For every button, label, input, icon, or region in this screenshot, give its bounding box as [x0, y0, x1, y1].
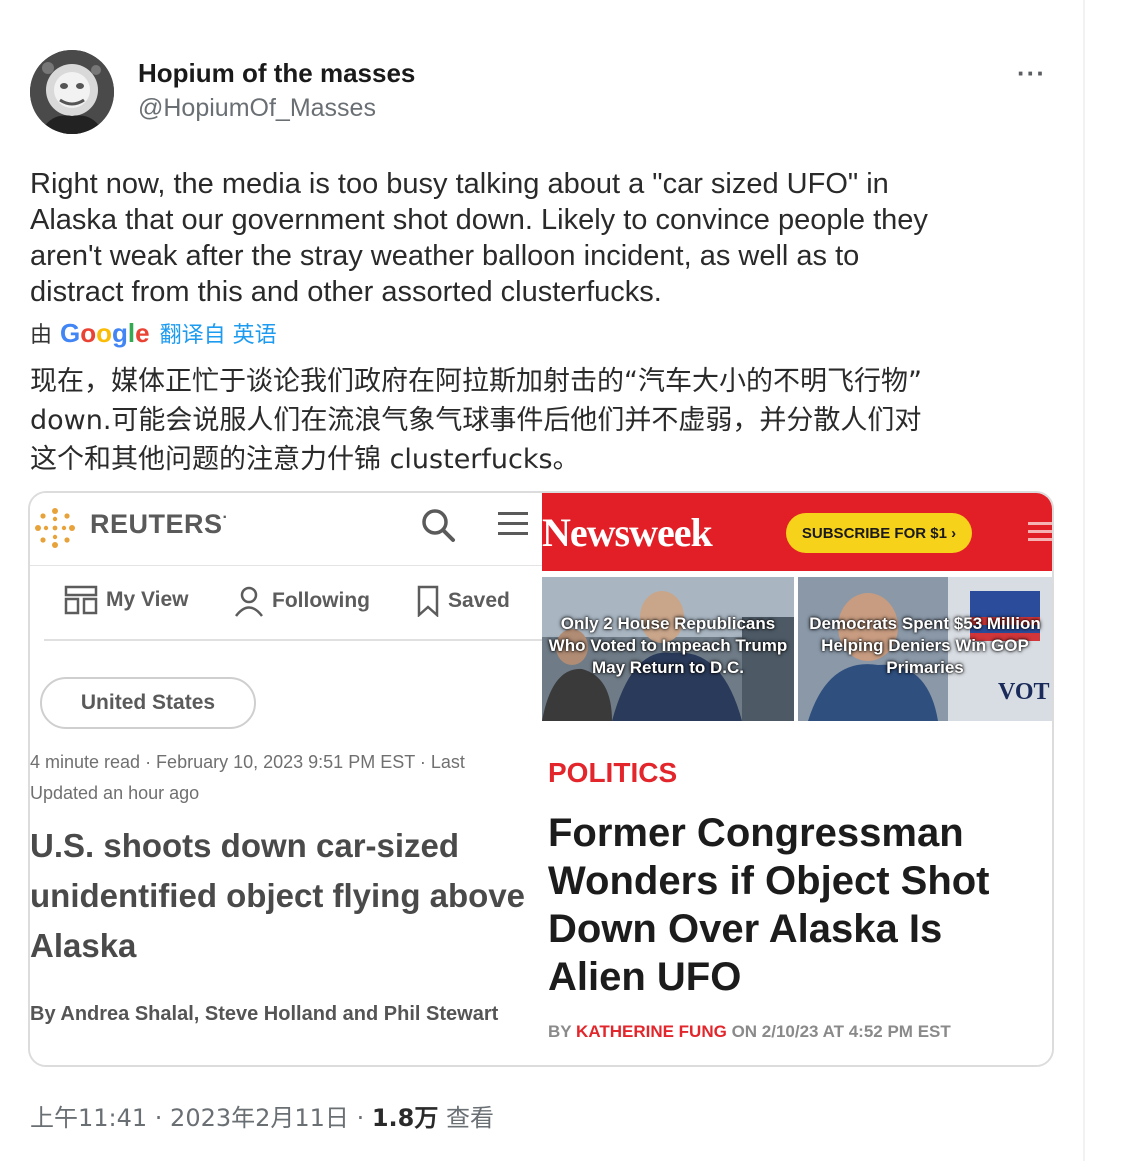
reuters-logo-icon	[35, 508, 75, 548]
reuters-headline[interactable]: U.S. shoots down car-sized unidentified …	[30, 821, 540, 971]
page-edge-divider	[1083, 0, 1085, 1161]
tweet-timestamp: 上午11:41 · 2023年2月11日 · 1.8万 查看	[30, 1098, 494, 1133]
newsweek-thumbnail-2[interactable]: Democrats Spent $53 Million Helping Deni…	[798, 577, 1052, 721]
search-icon[interactable]	[418, 505, 458, 545]
byline-date: ON 2/10/23 AT 4:52 PM EST	[726, 1022, 951, 1041]
nav-following[interactable]: Following	[234, 585, 370, 617]
hamburger-menu-icon[interactable]	[496, 507, 530, 541]
reuters-byline: By Andrea Shalal, Steve Holland and Phil…	[30, 1003, 499, 1025]
nav-following-label: Following	[272, 589, 370, 612]
hamburger-menu-icon[interactable]	[1026, 519, 1052, 545]
article-meta: 4 minute read · February 10, 2023 9:51 P…	[30, 752, 465, 803]
reuters-screenshot: REUTERS· My View Following Saved United …	[30, 493, 542, 1065]
united-states-chip[interactable]: United States	[40, 677, 256, 729]
person-icon	[235, 586, 263, 617]
newsweek-headline[interactable]: Former Congressman Wonders if Object Sho…	[548, 809, 1048, 1001]
views-label: 查看	[438, 1104, 494, 1132]
bookmark-icon	[417, 585, 439, 617]
nav-my-view-label: My View	[106, 588, 189, 611]
user-handle[interactable]: @HopiumOf_Masses	[138, 94, 376, 123]
vote-sign-text: VOT	[998, 679, 1050, 705]
avatar[interactable]	[30, 50, 114, 134]
newsweek-screenshot: Newsweek SUBSCRIBE FOR $1 › Only 2 House…	[542, 493, 1052, 1065]
politics-section-label[interactable]: POLITICS	[548, 757, 677, 789]
thumbnail-1-caption: Only 2 House Republicans Who Voted to Im…	[548, 614, 788, 677]
translate-by-label: 由	[30, 323, 53, 348]
display-name[interactable]: Hopium of the masses	[138, 58, 415, 89]
nav-saved-label: Saved	[448, 589, 510, 612]
nav-my-view[interactable]: My View	[64, 585, 188, 615]
translated-tweet-text: 现在，媒体正忙于谈论我们政府在阿拉斯加射击的“汽车大小的不明飞行物” down.…	[30, 366, 922, 475]
subscribe-button[interactable]: SUBSCRIBE FOR $1 ›	[786, 513, 972, 553]
newsweek-thumbnail-1[interactable]: Only 2 House Republicans Who Voted to Im…	[542, 577, 794, 721]
nav-saved[interactable]: Saved	[416, 585, 510, 617]
more-options-icon[interactable]: ···	[1017, 58, 1046, 89]
my-view-icon	[64, 585, 98, 615]
thumbnail-2-caption: Democrats Spent $53 Million Helping Deni…	[809, 614, 1041, 677]
byline-prefix: BY	[548, 1022, 577, 1041]
timestamp-text[interactable]: 上午11:41 · 2023年2月11日 ·	[30, 1104, 372, 1132]
tweet-text: Right now, the media is too busy talking…	[30, 168, 928, 308]
nav-divider	[44, 639, 542, 641]
google-logo: Google	[60, 317, 150, 348]
views-count: 1.8万	[371, 1104, 439, 1132]
newsweek-byline: BY KATHERINE FUNG ON 2/10/23 AT 4:52 PM …	[548, 1022, 951, 1042]
translate-source-link[interactable]: 翻译自 英语	[160, 317, 277, 349]
header-divider	[30, 565, 542, 566]
translation-attribution: 由 Google 翻译自 英语	[30, 316, 277, 350]
newsweek-logo[interactable]: Newsweek	[542, 509, 713, 556]
media-image[interactable]: REUTERS· My View Following Saved United …	[28, 491, 1054, 1067]
reuters-wordmark: REUTERS·	[90, 509, 229, 539]
avatar-image	[30, 50, 114, 134]
author-link[interactable]: KATHERINE FUNG	[576, 1022, 727, 1041]
